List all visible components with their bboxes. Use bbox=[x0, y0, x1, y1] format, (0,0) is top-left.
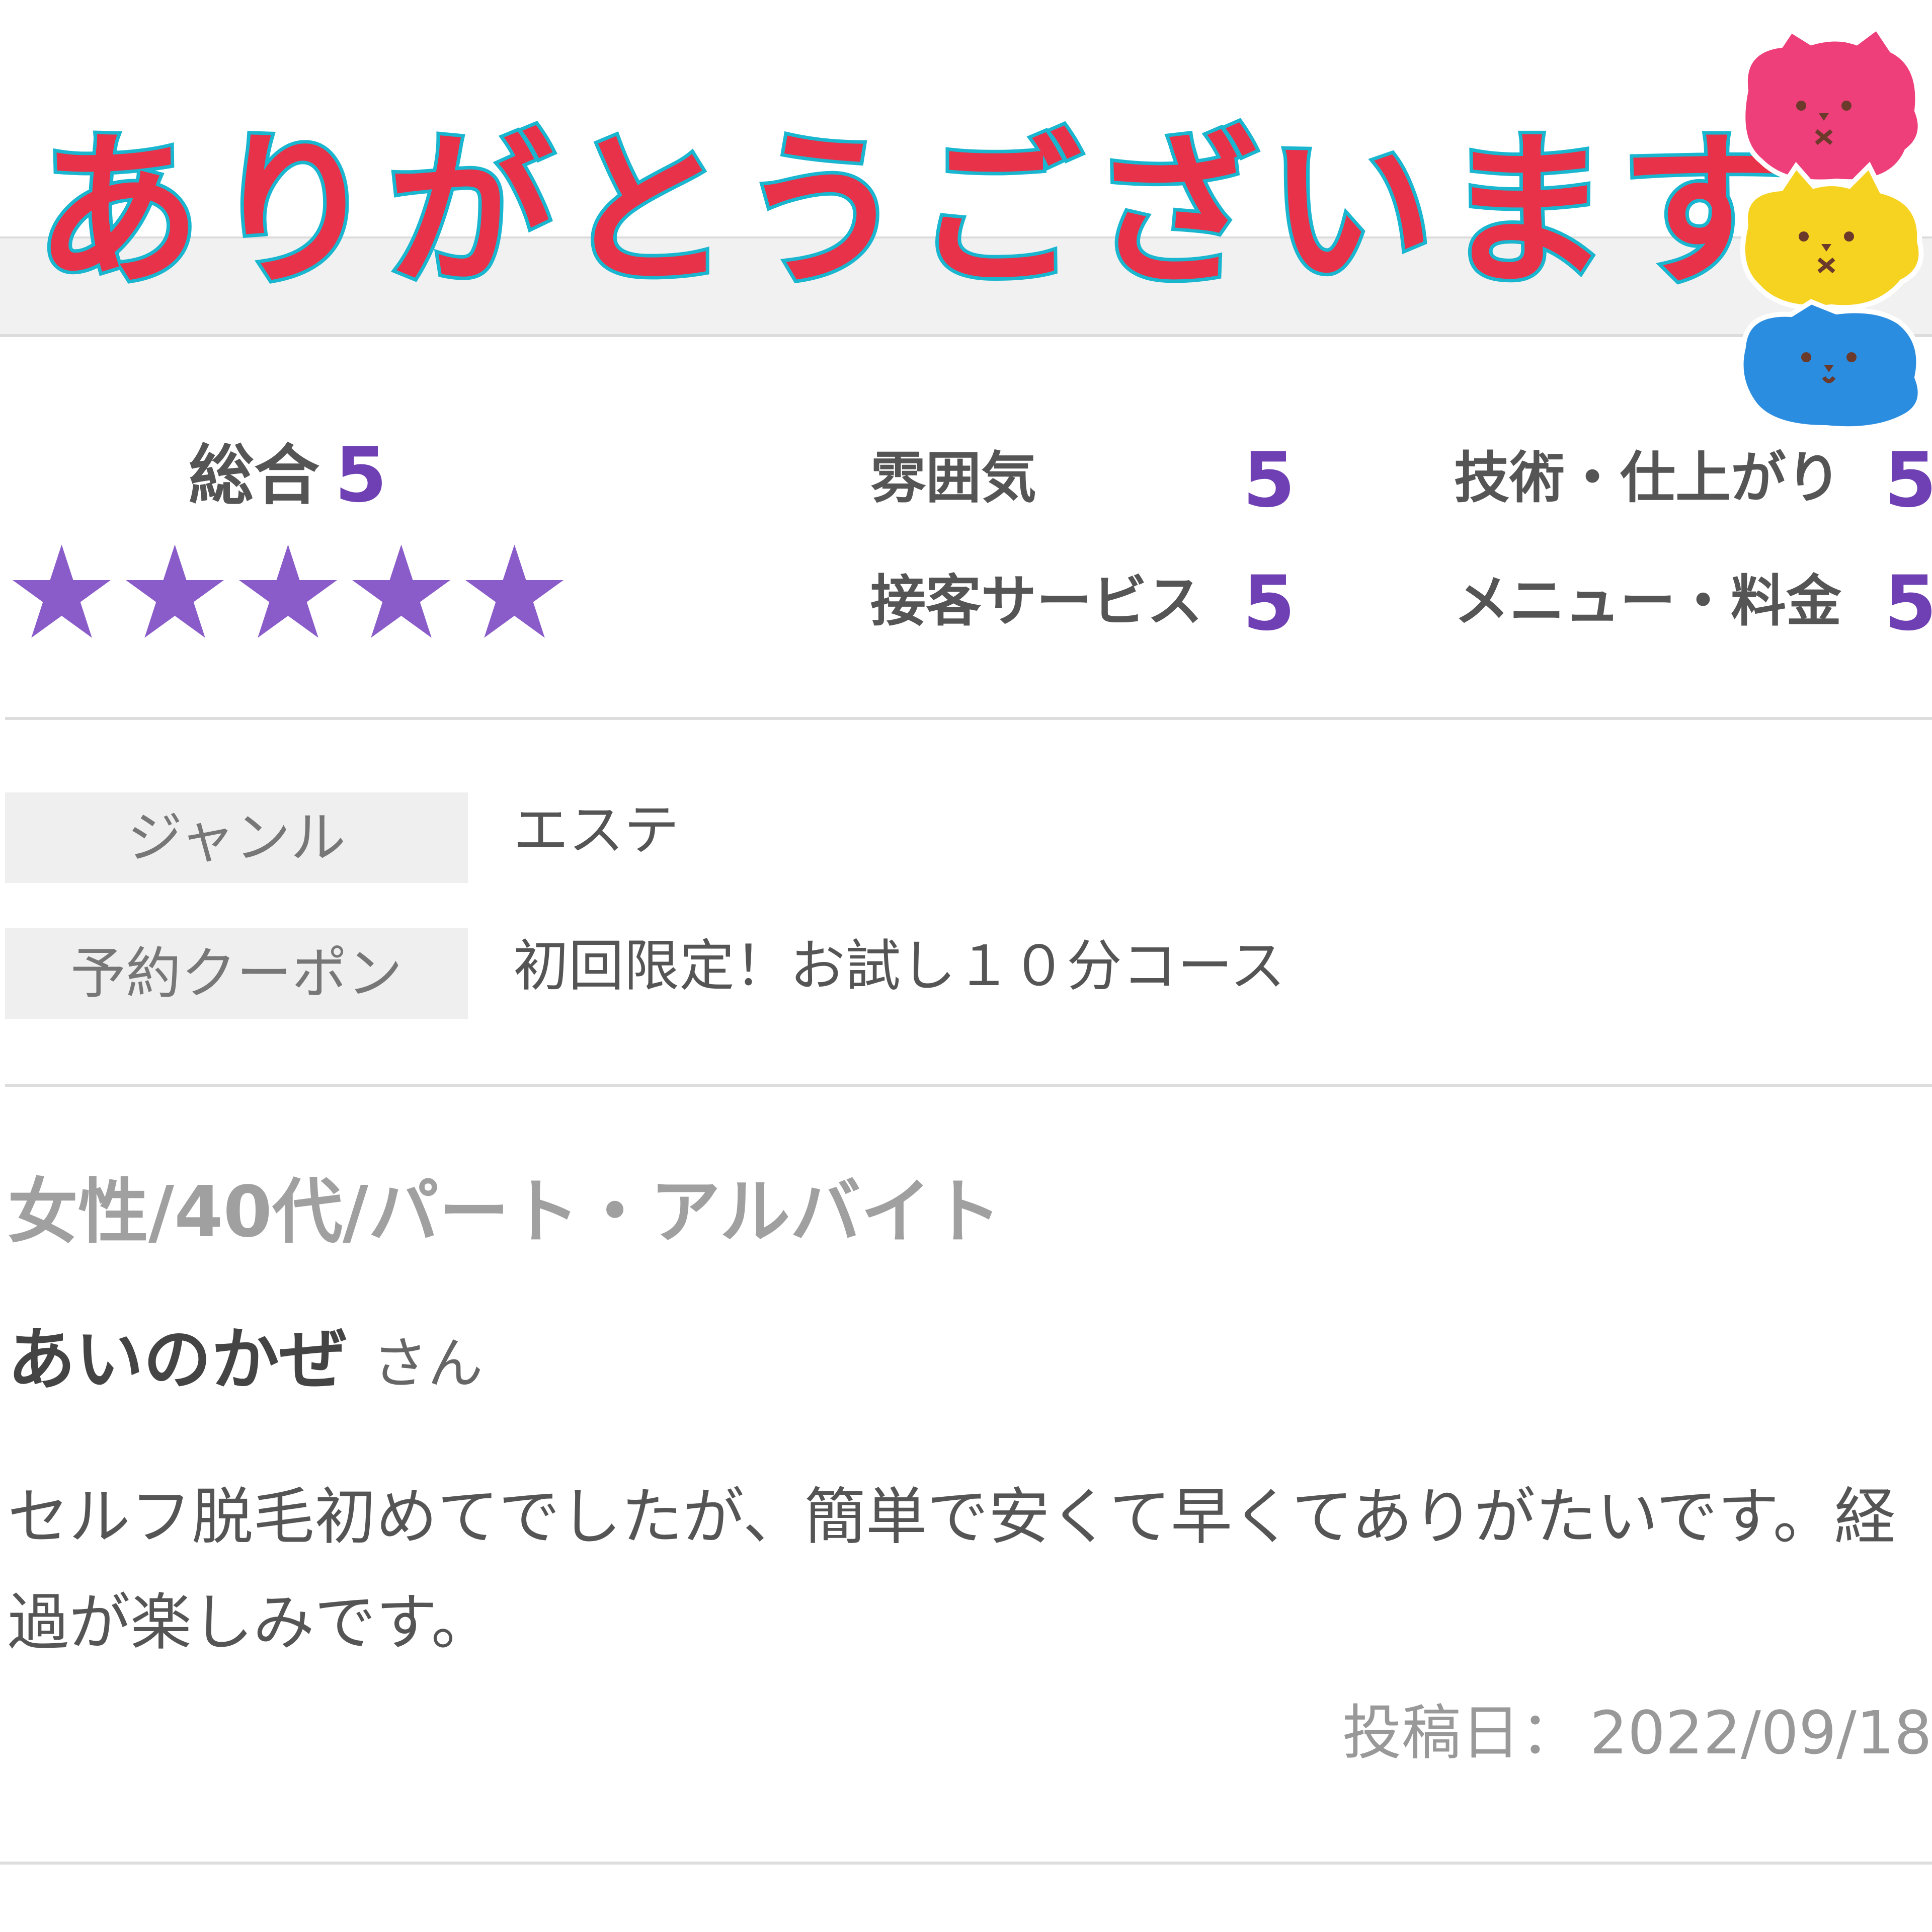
posted-date: 投稿日： 2022/09/18 bbox=[1342, 1703, 1932, 1762]
posted-date-value: 2022/09/18 bbox=[1589, 1698, 1932, 1767]
review-comment: セルフ脱毛初めてでしたが、簡単で安くて早くてありがたいです。経過が楽しみです。 bbox=[8, 1481, 1896, 1658]
divider bbox=[5, 717, 1932, 720]
reviewer-honorific: さん bbox=[372, 1331, 483, 1396]
blue-mascot-icon bbox=[1738, 299, 1923, 432]
menu-price-rating-value: 5 bbox=[1884, 560, 1932, 648]
coupon-label: 予約クーポン bbox=[5, 928, 468, 1019]
overall-rating-value: 5 bbox=[335, 432, 387, 519]
reviewer-profile: 女性/40代/パート・アルバイト bbox=[8, 1171, 1002, 1253]
service-rating-label: 接客サービス bbox=[870, 569, 1202, 633]
menu-price-rating-label: メニュー・料金 bbox=[1454, 569, 1841, 633]
mascot-stickers-icon bbox=[1738, 30, 1924, 432]
technique-rating-value: 5 bbox=[1884, 437, 1932, 524]
atmosphere-rating-label: 雰囲気 bbox=[870, 446, 1036, 510]
thanks-banner-text: ありがとうございます bbox=[32, 115, 1796, 308]
star-icon bbox=[239, 544, 337, 638]
coupon-value[interactable]: 初回限定！お試し１０分コース bbox=[513, 938, 1285, 994]
star-icon bbox=[352, 544, 450, 638]
genre-label: ジャンル bbox=[5, 792, 468, 883]
divider bbox=[5, 1084, 1932, 1087]
pink-mascot-icon bbox=[1740, 30, 1923, 185]
posted-date-label: 投稿日： bbox=[1342, 1698, 1580, 1767]
star-rating bbox=[13, 543, 564, 639]
service-rating-value: 5 bbox=[1243, 560, 1296, 648]
divider bbox=[0, 1862, 1932, 1865]
star-icon bbox=[13, 544, 111, 638]
star-icon bbox=[126, 544, 224, 638]
overall-rating-label: 総合 bbox=[189, 437, 320, 514]
yellow-mascot-icon bbox=[1740, 162, 1924, 310]
technique-rating-label: 技術・仕上がり bbox=[1454, 446, 1841, 510]
reviewer-name: あいのかぜ bbox=[8, 1320, 347, 1399]
genre-value: エステ bbox=[513, 798, 679, 862]
atmosphere-rating-value: 5 bbox=[1243, 437, 1296, 524]
star-icon bbox=[465, 544, 564, 638]
